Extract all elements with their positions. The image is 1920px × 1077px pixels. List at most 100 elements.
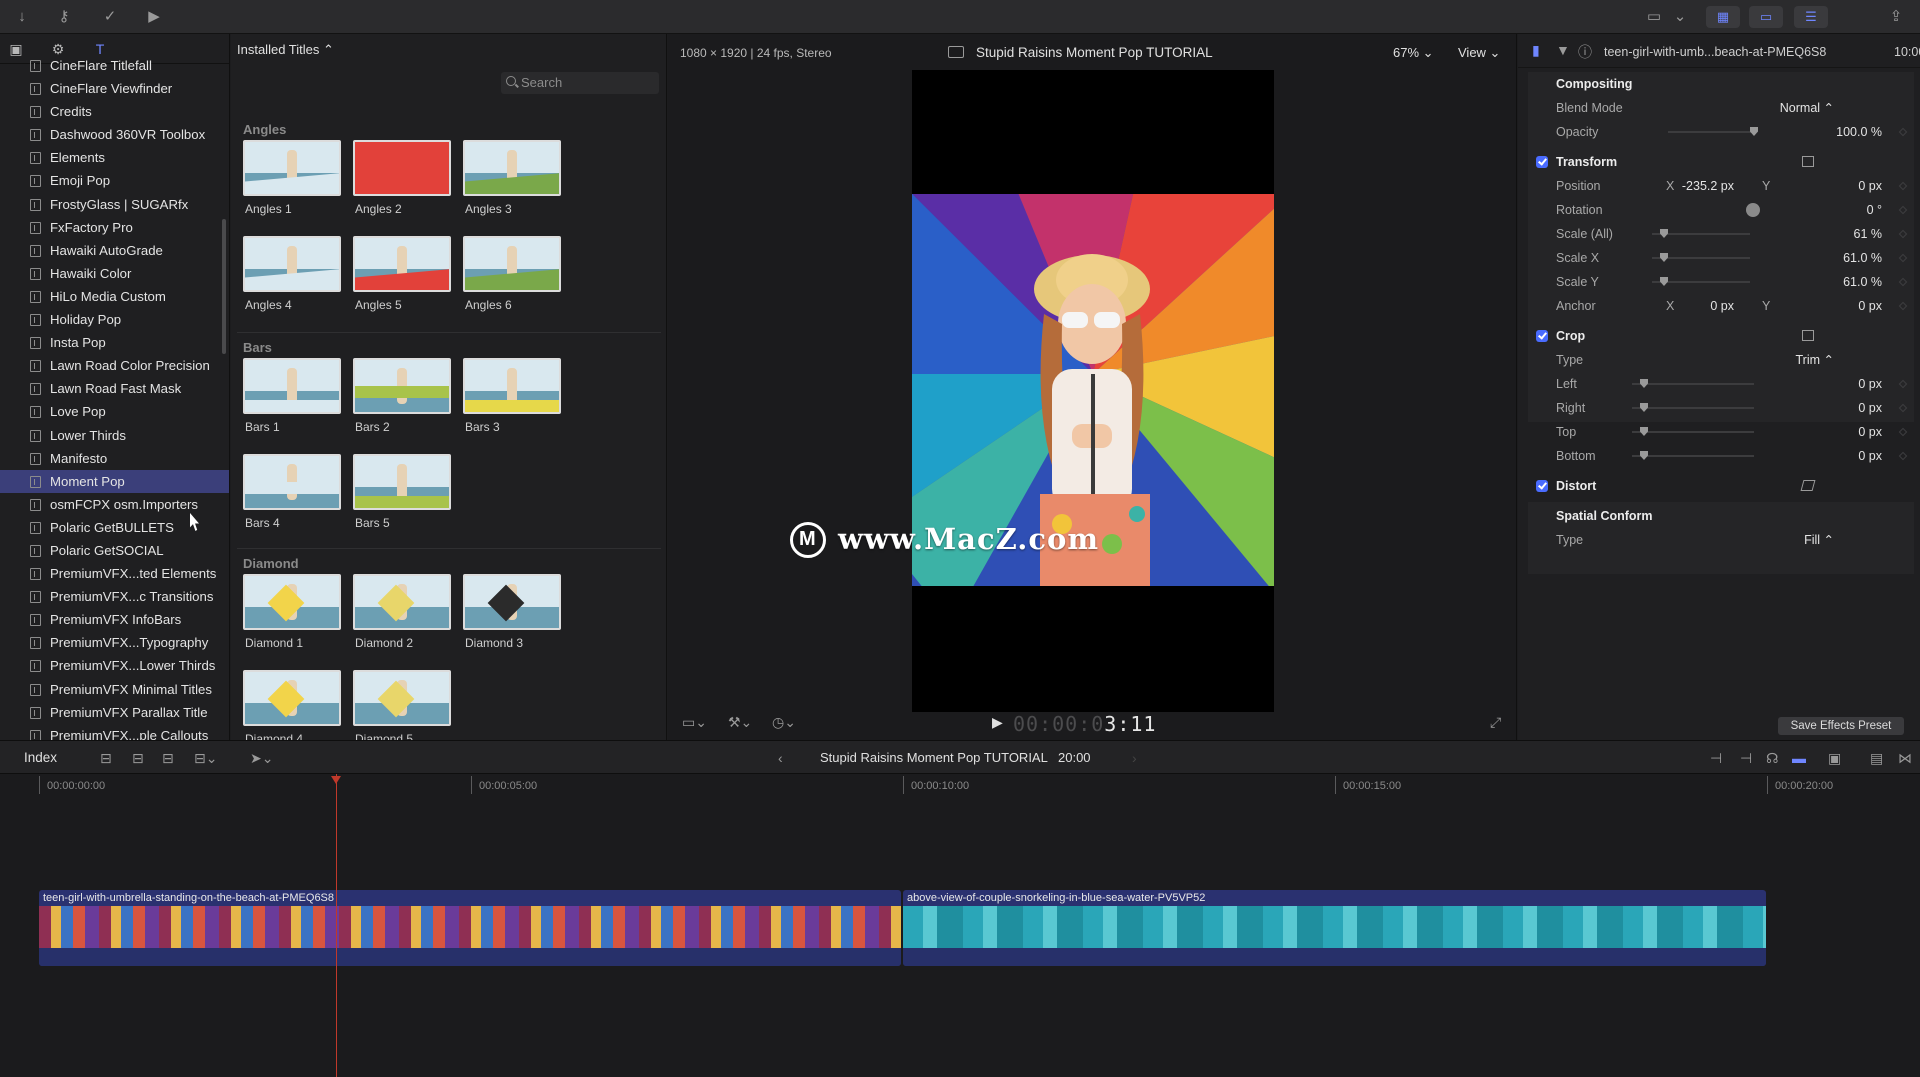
workspace-chevron-icon[interactable]: ⌄ (1670, 7, 1690, 27)
distort-checkbox[interactable] (1536, 480, 1548, 492)
crop-onscreen-icon[interactable] (1802, 330, 1814, 341)
audio-skimming-icon[interactable]: ⊣ (1740, 750, 1752, 767)
spatial-conform-section[interactable]: Spatial Conform (1528, 504, 1914, 528)
transform-section[interactable]: Transform (1528, 150, 1914, 174)
title-thumbnail[interactable] (243, 236, 341, 292)
crop-checkbox[interactable] (1536, 330, 1548, 342)
sidebar-item[interactable]: Elements (0, 146, 229, 169)
sidebar-item[interactable]: Insta Pop (0, 331, 229, 354)
category-header[interactable]: Diamond (243, 556, 299, 571)
select-tool-icon[interactable]: ➤⌄ (250, 750, 273, 767)
transform-tool-icon[interactable]: ⚒⌄ (728, 714, 752, 731)
sidebar-item[interactable]: PremiumVFX...c Transitions (0, 585, 229, 608)
anchor-y-value[interactable]: 0 px (1858, 294, 1882, 318)
sidebar-item[interactable]: CineFlare Titlefall (0, 54, 229, 77)
history-back-icon[interactable]: ‹ (778, 750, 783, 766)
rotation-dial[interactable] (1746, 203, 1760, 217)
sidebar-item[interactable]: osmFCPX osm.Importers (0, 493, 229, 516)
sidebar-item[interactable]: PremiumVFX Parallax Title (0, 701, 229, 724)
transform-checkbox[interactable] (1536, 156, 1548, 168)
share-icon[interactable]: ⇪ (1886, 7, 1906, 27)
scale-y-row[interactable]: Scale Y 61.0 % (1528, 270, 1914, 294)
skimming-icon[interactable]: ⊣ (1710, 750, 1722, 767)
timeline[interactable]: 00:00:00:00 00:00:05:00 00:00:10:00 00:00:1… (0, 774, 1920, 1077)
video-canvas[interactable] (912, 70, 1274, 712)
fullscreen-icon[interactable]: ⤢ (1490, 714, 1501, 731)
crop-bottom-row[interactable]: Bottom 0 px (1528, 444, 1914, 468)
zoom-menu[interactable]: 67% ⌄ (1393, 45, 1434, 61)
clip-appearance-icon[interactable]: ▣ (1828, 750, 1841, 767)
blend-mode-value[interactable]: Normal ⌃ (1780, 96, 1834, 120)
crop-left-row[interactable]: Left 0 px (1528, 372, 1914, 396)
title-thumbnail[interactable] (243, 670, 341, 726)
sidebar-item[interactable]: Holiday Pop (0, 308, 229, 331)
connect-clip-icon[interactable]: ⊟ (100, 750, 112, 767)
scale-x-value[interactable]: 61.0 % (1843, 246, 1882, 270)
opacity-value[interactable]: 100.0 % (1836, 120, 1882, 144)
title-thumbnail[interactable] (463, 140, 561, 196)
sidebar-item[interactable]: FxFactory Pro (0, 216, 229, 239)
sidebar-scrollbar[interactable] (222, 219, 226, 354)
append-clip-icon[interactable]: ⊟ (162, 750, 174, 767)
headphones-icon[interactable]: ☊ (1766, 750, 1778, 767)
sidebar-item[interactable]: PremiumVFX Minimal Titles (0, 678, 229, 701)
sidebar-item[interactable]: Lawn Road Color Precision (0, 354, 229, 377)
opacity-row[interactable]: Opacity 100.0 % (1528, 120, 1914, 144)
title-thumbnail[interactable] (243, 454, 341, 510)
crop-right-slider[interactable] (1632, 407, 1754, 409)
title-thumbnail[interactable] (243, 574, 341, 630)
crop-top-knob[interactable] (1640, 427, 1648, 436)
crop-left-slider[interactable] (1632, 383, 1754, 385)
timeline-clip-snorkel[interactable]: above-view-of-couple-snorkeling-in-blue-… (903, 890, 1766, 966)
transform-onscreen-icon[interactable] (1802, 156, 1814, 167)
installed-titles-popup[interactable]: Installed Titles ⌃ (237, 42, 334, 58)
scale-all-value[interactable]: 61 % (1854, 222, 1883, 246)
keyframe-icon[interactable] (1898, 253, 1908, 263)
retime-icon[interactable]: ◷⌄ (772, 714, 796, 731)
background-tasks-icon[interactable]: ✓ (100, 7, 120, 27)
keyframe-icon[interactable] (1898, 427, 1908, 437)
sidebar-item[interactable]: PremiumVFX InfoBars (0, 608, 229, 631)
sidebar-item[interactable]: Dashwood 360VR Toolbox (0, 123, 229, 146)
search-input[interactable]: Search (501, 72, 659, 94)
scale-x-row[interactable]: Scale X 61.0 % (1528, 246, 1914, 270)
share-play-icon[interactable]: ▶ (144, 7, 164, 27)
title-thumbnail[interactable] (353, 574, 451, 630)
conform-type-row[interactable]: Type Fill ⌃ (1528, 528, 1914, 552)
category-header[interactable]: Angles (243, 122, 286, 137)
transitions-browser-icon[interactable]: ⋈ (1898, 750, 1912, 767)
effects-browser-icon[interactable]: ▤ (1870, 750, 1883, 767)
title-thumbnail[interactable] (463, 236, 561, 292)
crop-left-knob[interactable] (1640, 379, 1648, 388)
anchor-x-value[interactable]: 0 px (1710, 294, 1734, 318)
sidebar-item[interactable]: Polaric GetSOCIAL (0, 539, 229, 562)
history-forward-icon[interactable]: › (1132, 750, 1137, 766)
sidebar-item[interactable]: Hawaiki Color (0, 262, 229, 285)
title-thumbnail[interactable] (353, 236, 451, 292)
play-icon[interactable]: ▶ (992, 714, 1003, 731)
sidebar-item[interactable]: PremiumVFX...ted Elements (0, 562, 229, 585)
scale-x-knob[interactable] (1660, 253, 1668, 262)
position-row[interactable]: Position X -235.2 px Y 0 px (1528, 174, 1914, 198)
compositing-section[interactable]: Compositing (1528, 72, 1914, 96)
title-thumbnail[interactable] (463, 574, 561, 630)
import-icon[interactable]: ↓ (12, 7, 32, 27)
blend-mode-row[interactable]: Blend Mode Normal ⌃ (1528, 96, 1914, 120)
sidebar-item[interactable]: Emoji Pop (0, 169, 229, 192)
crop-bottom-knob[interactable] (1640, 451, 1648, 460)
opacity-knob[interactable] (1750, 127, 1758, 136)
crop-top-value[interactable]: 0 px (1858, 420, 1882, 444)
inspector-toggle-button[interactable]: ☰ (1794, 6, 1828, 28)
sidebar-item[interactable]: Lower Thirds (0, 424, 229, 447)
category-header[interactable]: Bars (243, 340, 272, 355)
view-options-icon[interactable]: ▭⌄ (682, 714, 707, 731)
crop-left-value[interactable]: 0 px (1858, 372, 1882, 396)
sidebar-item[interactable]: HiLo Media Custom (0, 285, 229, 308)
keyframe-icon[interactable] (1898, 301, 1908, 311)
keyframe-icon[interactable] (1898, 451, 1908, 461)
view-menu[interactable]: View ⌄ (1458, 45, 1500, 61)
position-y-value[interactable]: 0 px (1858, 174, 1882, 198)
timeline-ruler[interactable]: 00:00:00:00 00:00:05:00 00:00:10:00 00:00:1… (0, 774, 1920, 796)
overwrite-clip-icon[interactable]: ⊟⌄ (194, 750, 217, 767)
keyframe-icon[interactable] (1898, 403, 1908, 413)
